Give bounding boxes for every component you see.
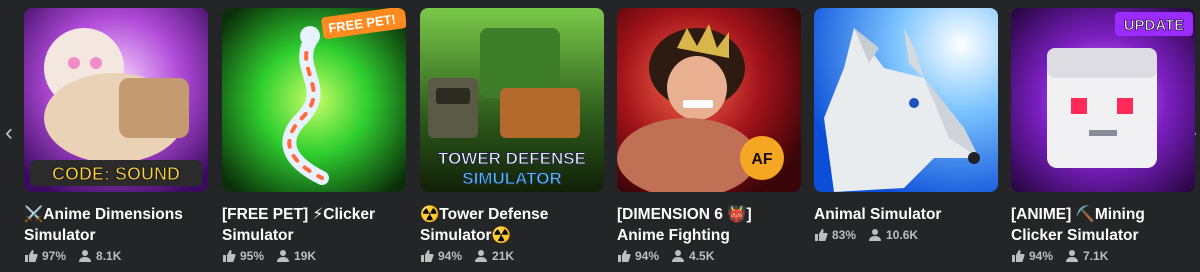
game-stats: 95% 19K bbox=[222, 249, 408, 263]
game-thumbnail[interactable]: AF bbox=[617, 8, 801, 192]
rating-text: 94% bbox=[438, 249, 463, 263]
thumb-badge-text: UPDATE bbox=[1124, 17, 1185, 34]
thumb-subtitle-text: SIMULATOR bbox=[462, 169, 561, 188]
game-tile-clicker-simulator[interactable]: FREE PET! [FREE PET] ⚡Clicker Simulator … bbox=[222, 8, 408, 263]
game-stats: 94% 4.5K bbox=[617, 249, 803, 263]
game-title-line1[interactable]: ⚔️Anime Dimensions bbox=[24, 204, 208, 225]
game-thumbnail[interactable]: FREE PET! bbox=[222, 8, 406, 192]
game-title-line2[interactable]: Clicker Simulator bbox=[1011, 225, 1195, 246]
player-count-icon bbox=[1066, 250, 1079, 262]
thumbs-up-icon bbox=[421, 250, 434, 262]
player-count-text: 7.1K bbox=[1083, 249, 1109, 263]
game-tile-anime-dimensions[interactable]: CODE: SOUND ⚔️Anime Dimensions Simulator… bbox=[24, 8, 210, 263]
game-stats: 94% 21K bbox=[420, 249, 606, 263]
game-title-line2[interactable]: Anime Fighting bbox=[617, 225, 801, 246]
rating-text: 94% bbox=[635, 249, 660, 263]
player-count-text: 21K bbox=[492, 249, 515, 263]
thumbs-up-icon bbox=[618, 250, 631, 262]
player-count-text: 4.5K bbox=[689, 249, 715, 263]
game-stats: 97% 8.1K bbox=[24, 249, 210, 263]
game-thumbnail-art: AF bbox=[617, 8, 801, 192]
thumbs-up-icon bbox=[815, 229, 828, 241]
rating-text: 83% bbox=[832, 228, 857, 242]
game-thumbnail-art: FREE PET! bbox=[222, 8, 406, 192]
game-carousel: ‹ › CODE: SOUND bbox=[0, 0, 1200, 272]
player-count-icon bbox=[277, 250, 290, 262]
game-title-line2[interactable]: Simulator☢️ bbox=[420, 225, 604, 246]
game-thumbnail[interactable]: TOWER DEFENSE SIMULATOR bbox=[420, 8, 604, 192]
game-stats: 83% 10.6K bbox=[814, 228, 1000, 242]
svg-text:AF: AF bbox=[751, 151, 773, 168]
thumbs-up-icon bbox=[223, 250, 236, 262]
game-thumbnail-art: CODE: SOUND bbox=[24, 8, 208, 192]
rating-text: 94% bbox=[1029, 249, 1054, 263]
player-count-icon bbox=[79, 250, 92, 262]
game-title-line1[interactable]: [FREE PET] ⚡Clicker bbox=[222, 204, 406, 225]
game-tile-tower-defense-simulator[interactable]: TOWER DEFENSE SIMULATOR ☢️Tower Defense … bbox=[420, 8, 606, 263]
game-stats: 94% 7.1K bbox=[1011, 249, 1197, 263]
game-thumbnail-art: TOWER DEFENSE SIMULATOR bbox=[420, 8, 604, 192]
game-tile-anime-fighting[interactable]: AF [DIMENSION 6 👹] Anime Fighting 94% 4.… bbox=[617, 8, 803, 263]
rating-text: 97% bbox=[42, 249, 67, 263]
thumbs-up-icon bbox=[25, 250, 38, 262]
player-count-text: 19K bbox=[294, 249, 317, 263]
game-title-line2[interactable]: Simulator bbox=[222, 225, 406, 246]
player-count-text: 10.6K bbox=[886, 228, 919, 242]
player-count-icon bbox=[475, 250, 488, 262]
game-title-line1[interactable]: Animal Simulator bbox=[814, 204, 998, 225]
game-tile-mining-clicker-simulator[interactable]: UPDATE [ANIME] ⛏️Mining Clicker Simulato… bbox=[1011, 8, 1197, 263]
player-count-icon bbox=[672, 250, 685, 262]
game-thumbnail[interactable] bbox=[814, 8, 998, 192]
thumbs-up-icon bbox=[1012, 250, 1025, 262]
thumb-title-text: TOWER DEFENSE bbox=[438, 149, 586, 168]
game-thumbnail[interactable]: UPDATE bbox=[1011, 8, 1195, 192]
game-title-line1[interactable]: ☢️Tower Defense bbox=[420, 204, 604, 225]
game-thumbnail-art: UPDATE bbox=[1011, 8, 1195, 192]
game-title-line2[interactable]: Simulator bbox=[24, 225, 208, 246]
game-thumbnail-art bbox=[814, 8, 998, 192]
game-title-line1[interactable]: [DIMENSION 6 👹] bbox=[617, 204, 801, 225]
game-thumbnail[interactable]: CODE: SOUND bbox=[24, 8, 208, 192]
rating-text: 95% bbox=[240, 249, 265, 263]
player-count-text: 8.1K bbox=[96, 249, 122, 263]
thumb-code-text: CODE: SOUND bbox=[52, 164, 180, 184]
carousel-prev-button[interactable]: ‹ bbox=[2, 118, 16, 148]
player-count-icon bbox=[869, 229, 882, 241]
game-title-line1[interactable]: [ANIME] ⛏️Mining bbox=[1011, 204, 1195, 225]
game-tile-animal-simulator[interactable]: Animal Simulator 83% 10.6K bbox=[814, 8, 1000, 242]
